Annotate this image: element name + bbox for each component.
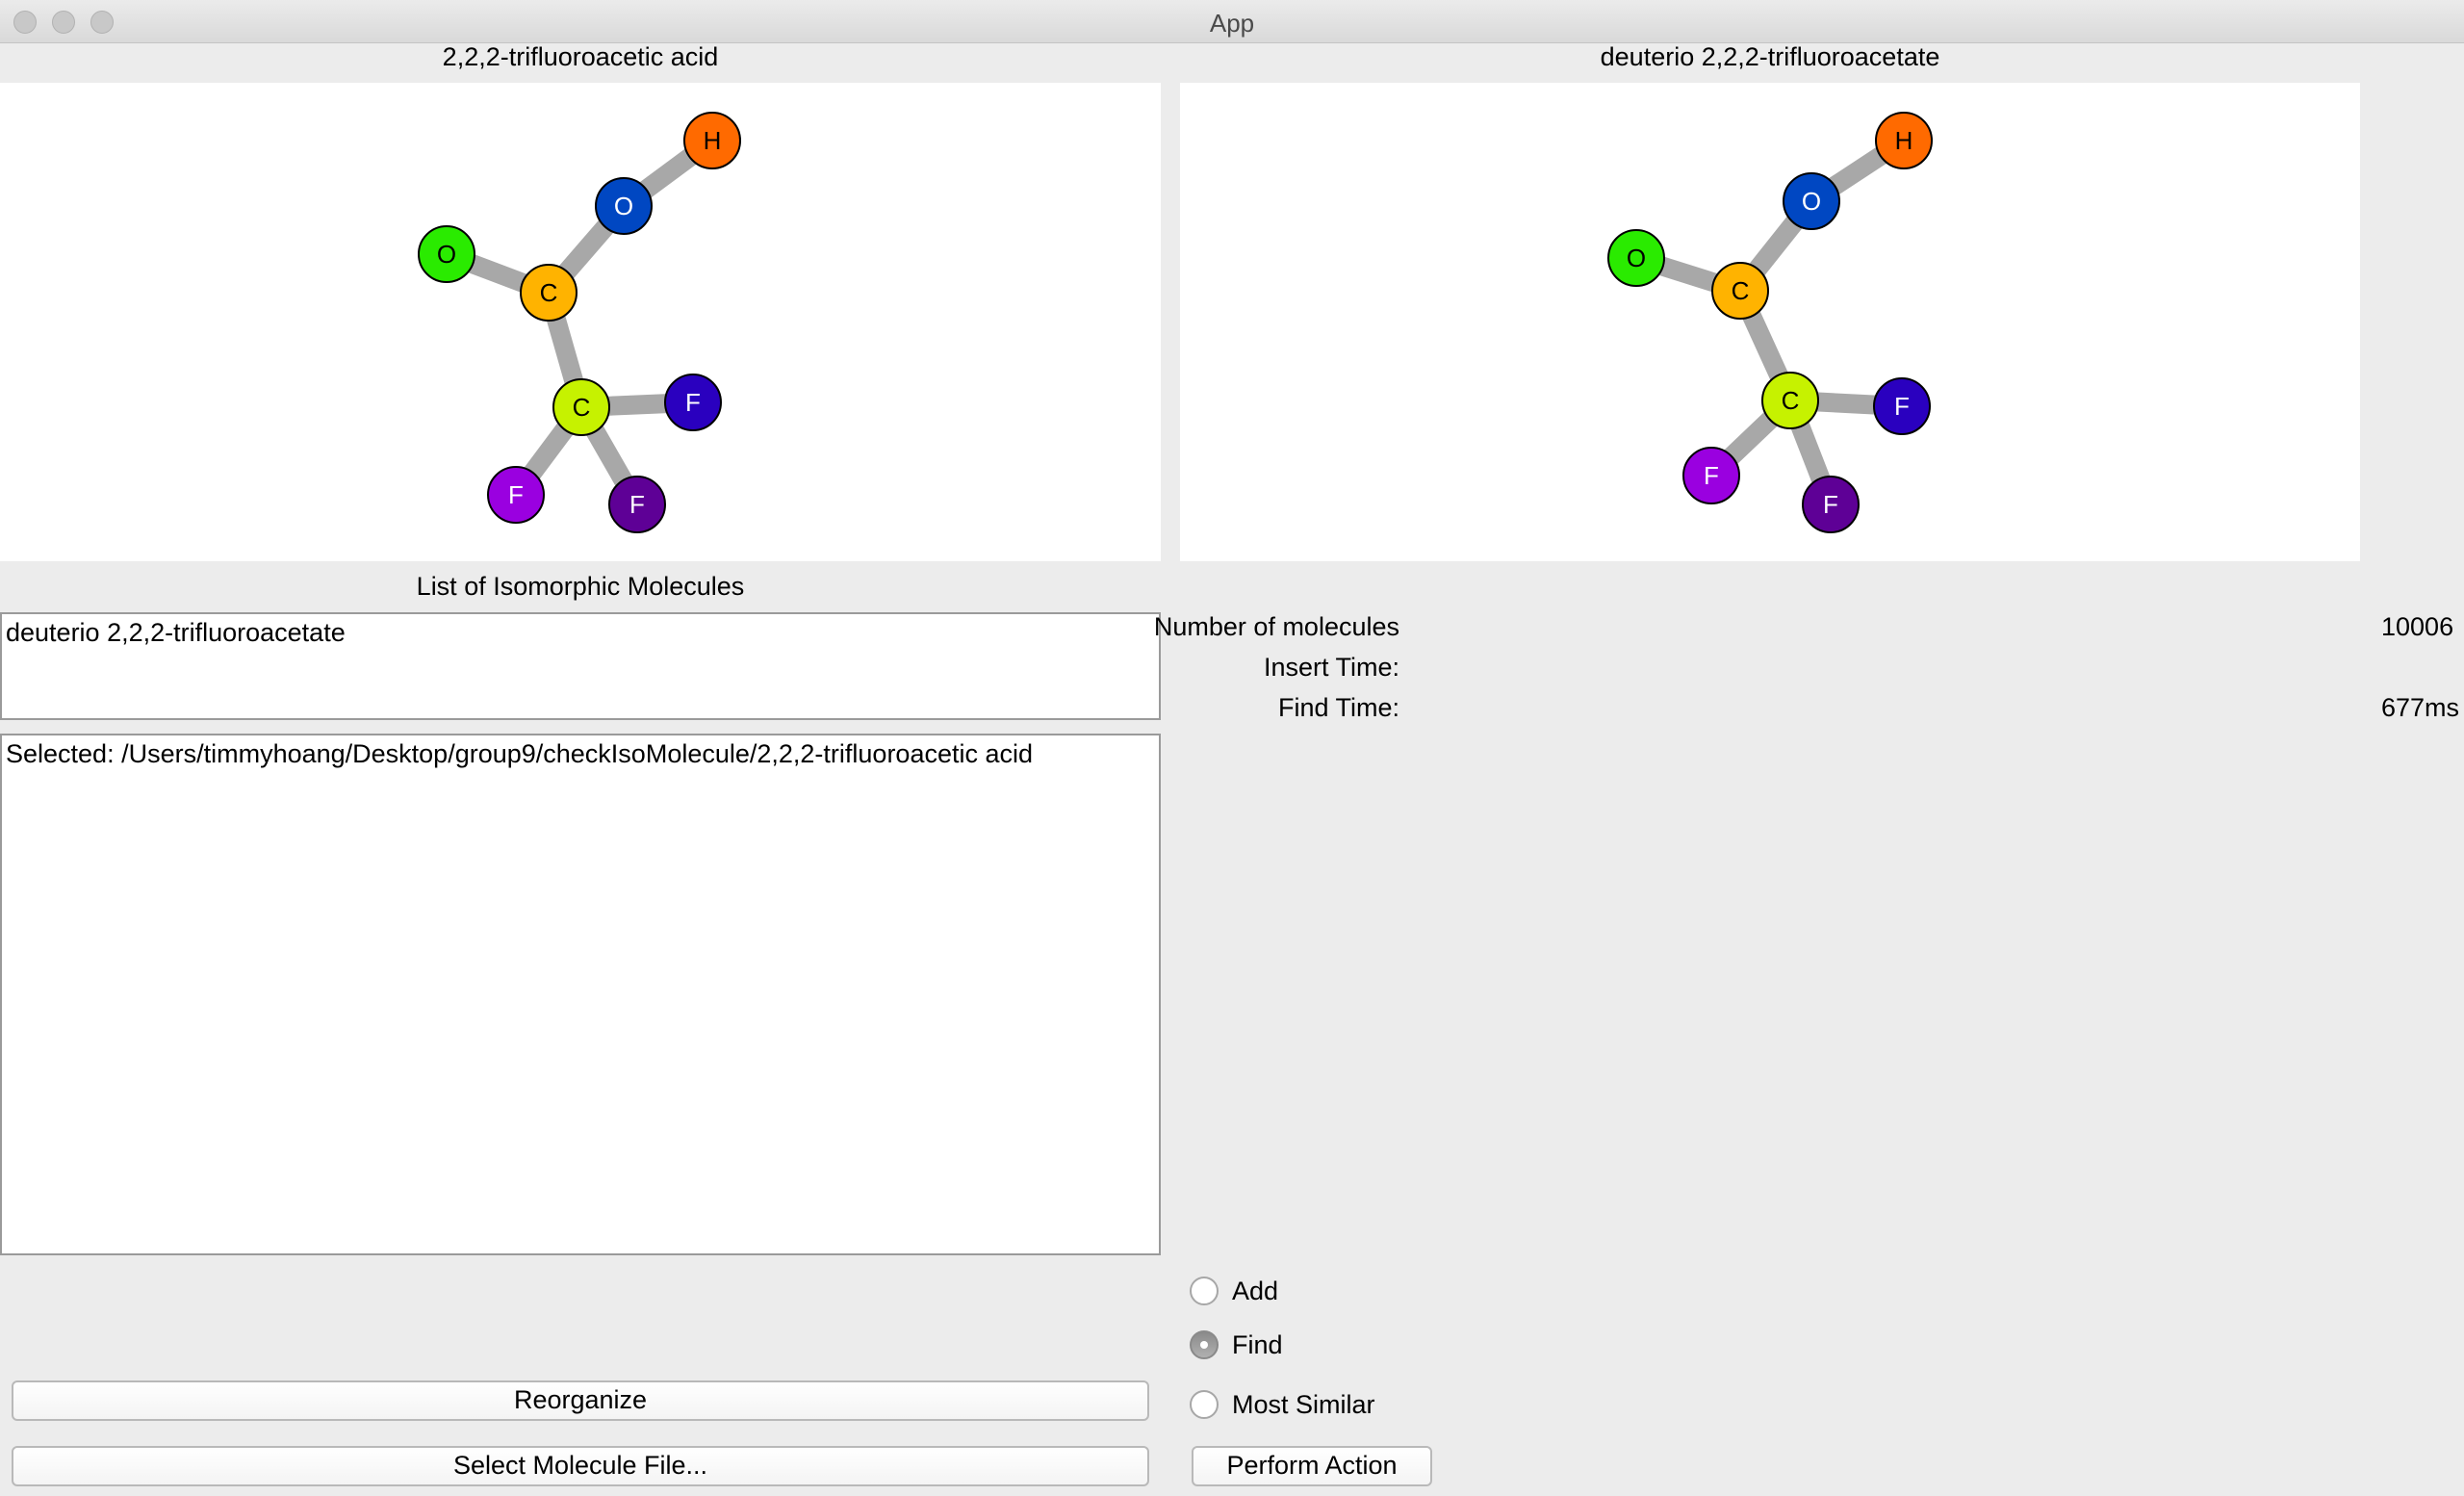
svg-text:C: C bbox=[1782, 386, 1800, 415]
log-textarea[interactable]: Selected: /Users/timmyhoang/Desktop/grou… bbox=[0, 734, 1161, 1255]
window-title: App bbox=[1209, 9, 1255, 38]
svg-text:O: O bbox=[614, 192, 633, 220]
svg-text:O: O bbox=[437, 240, 456, 269]
svg-text:C: C bbox=[540, 278, 558, 307]
log-text: Selected: /Users/timmyhoang/Desktop/grou… bbox=[6, 739, 1034, 768]
svg-text:H: H bbox=[1895, 126, 1913, 155]
find-time-value: 677ms bbox=[2381, 693, 2460, 722]
find-radio-option[interactable]: Find bbox=[1190, 1328, 1283, 1361]
num-molecules-label: Number of molecules bbox=[1153, 612, 1399, 641]
perform-action-button[interactable]: Perform Action bbox=[1192, 1446, 1432, 1486]
find-time-label: Find Time: bbox=[1277, 693, 1399, 722]
svg-text:F: F bbox=[1823, 490, 1838, 519]
atom-node[interactable]: C bbox=[1761, 372, 1819, 429]
insert-time-label: Insert Time: bbox=[1263, 653, 1399, 682]
atom-node[interactable]: O bbox=[1783, 172, 1840, 230]
most-similar-radio-label: Most Similar bbox=[1232, 1389, 1375, 1419]
atom-node[interactable]: O bbox=[1607, 229, 1665, 287]
svg-text:C: C bbox=[573, 393, 591, 422]
svg-text:O: O bbox=[1802, 187, 1821, 216]
add-radio-option[interactable]: Add bbox=[1190, 1275, 1278, 1307]
most-similar-radio-option[interactable]: Most Similar bbox=[1190, 1388, 1375, 1421]
right-molecule-graph: O C O H C F F F bbox=[1607, 112, 1933, 533]
isomorphic-list[interactable]: deuterio 2,2,2-trifluoroacetate bbox=[0, 612, 1161, 720]
atom-node[interactable]: F bbox=[664, 374, 722, 431]
atom-node[interactable]: O bbox=[418, 225, 475, 283]
list-item[interactable]: deuterio 2,2,2-trifluoroacetate bbox=[6, 618, 1155, 648]
svg-text:F: F bbox=[685, 388, 701, 417]
right-molecule-title: deuterio 2,2,2-trifluoroacetate bbox=[1600, 42, 1940, 71]
left-molecule-panel[interactable]: O C O H C F F F bbox=[0, 83, 1161, 561]
atom-node[interactable]: F bbox=[487, 466, 545, 524]
atom-node[interactable]: F bbox=[1873, 377, 1931, 435]
reorganize-button[interactable]: Reorganize bbox=[12, 1380, 1149, 1421]
find-radio-label: Find bbox=[1232, 1329, 1283, 1359]
atom-node[interactable]: C bbox=[520, 264, 578, 322]
svg-text:C: C bbox=[1732, 276, 1750, 305]
find-radio[interactable] bbox=[1190, 1330, 1219, 1359]
atom-node[interactable]: C bbox=[552, 378, 610, 436]
right-molecule-panel[interactable]: O C O H C F F F bbox=[1180, 83, 2360, 561]
svg-text:H: H bbox=[704, 126, 722, 155]
select-molecule-file-button[interactable]: Select Molecule File... bbox=[12, 1446, 1149, 1486]
title-bar: App bbox=[0, 0, 2464, 43]
atom-node[interactable]: F bbox=[1802, 476, 1860, 533]
svg-text:F: F bbox=[1704, 461, 1719, 490]
atom-node[interactable]: O bbox=[595, 177, 653, 235]
svg-text:F: F bbox=[508, 480, 524, 509]
add-radio[interactable] bbox=[1190, 1277, 1219, 1305]
atom-node[interactable]: H bbox=[683, 112, 741, 169]
svg-text:O: O bbox=[1627, 244, 1646, 272]
atom-node[interactable]: F bbox=[608, 476, 666, 533]
num-molecules-value: 10006 bbox=[2381, 612, 2454, 641]
svg-text:F: F bbox=[629, 490, 645, 519]
left-molecule-title: 2,2,2-trifluoroacetic acid bbox=[442, 42, 719, 71]
atom-node[interactable]: H bbox=[1875, 112, 1933, 169]
atom-node[interactable]: F bbox=[1682, 447, 1740, 504]
atom-node[interactable]: C bbox=[1711, 262, 1769, 320]
isomorphic-list-heading: List of Isomorphic Molecules bbox=[416, 572, 745, 601]
add-radio-label: Add bbox=[1232, 1276, 1279, 1305]
most-similar-radio[interactable] bbox=[1190, 1390, 1219, 1419]
left-molecule-graph: O C O H C F F F bbox=[418, 112, 741, 533]
svg-text:F: F bbox=[1894, 392, 1910, 421]
